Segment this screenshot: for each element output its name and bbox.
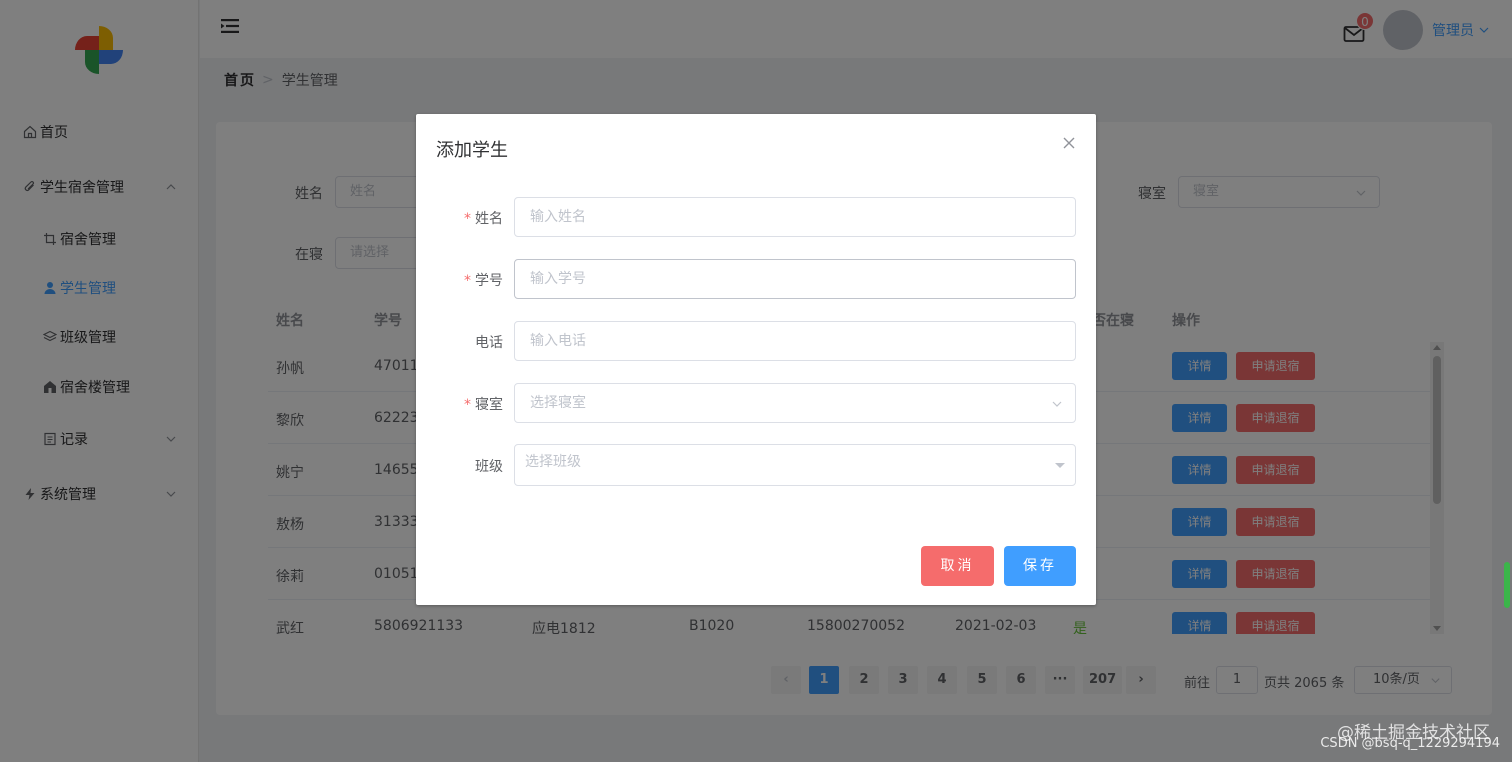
field-phone-label: 电话 [475, 335, 503, 351]
chevron-down-icon [1052, 401, 1062, 407]
dialog-title: 添加学生 [436, 140, 508, 161]
close-icon[interactable] [1062, 136, 1076, 150]
phone-placeholder: 输入电话 [530, 333, 586, 349]
field-id-label: * 学号 [464, 273, 503, 289]
name-input[interactable]: 输入姓名 [514, 197, 1076, 237]
edge-widget-handle[interactable] [1504, 562, 1510, 608]
watermark-csdn: CSDN @bsq-q_1229294194 [1320, 736, 1500, 751]
field-dorm-label: * 寝室 [464, 397, 503, 413]
field-class-label: 班级 [475, 459, 503, 475]
add-student-dialog: 添加学生 * 姓名 输入姓名 * 学号 输入学号 电话 输入电话 * 寝室 选择寝室 … [416, 114, 1096, 605]
class-select[interactable]: 选择班级 [514, 444, 1076, 486]
student-id-input[interactable]: 输入学号 [514, 259, 1076, 299]
name-placeholder: 输入姓名 [530, 209, 586, 225]
class-placeholder: 选择班级 [525, 454, 581, 470]
save-button[interactable]: 保存 [1004, 546, 1076, 586]
field-name-label: * 姓名 [464, 211, 503, 227]
caret-down-icon [1055, 463, 1065, 468]
phone-input[interactable]: 输入电话 [514, 321, 1076, 361]
dorm-placeholder: 选择寝室 [530, 395, 586, 411]
cancel-button[interactable]: 取消 [921, 546, 994, 586]
student-id-placeholder: 输入学号 [530, 271, 586, 287]
dorm-select[interactable]: 选择寝室 [514, 383, 1076, 423]
